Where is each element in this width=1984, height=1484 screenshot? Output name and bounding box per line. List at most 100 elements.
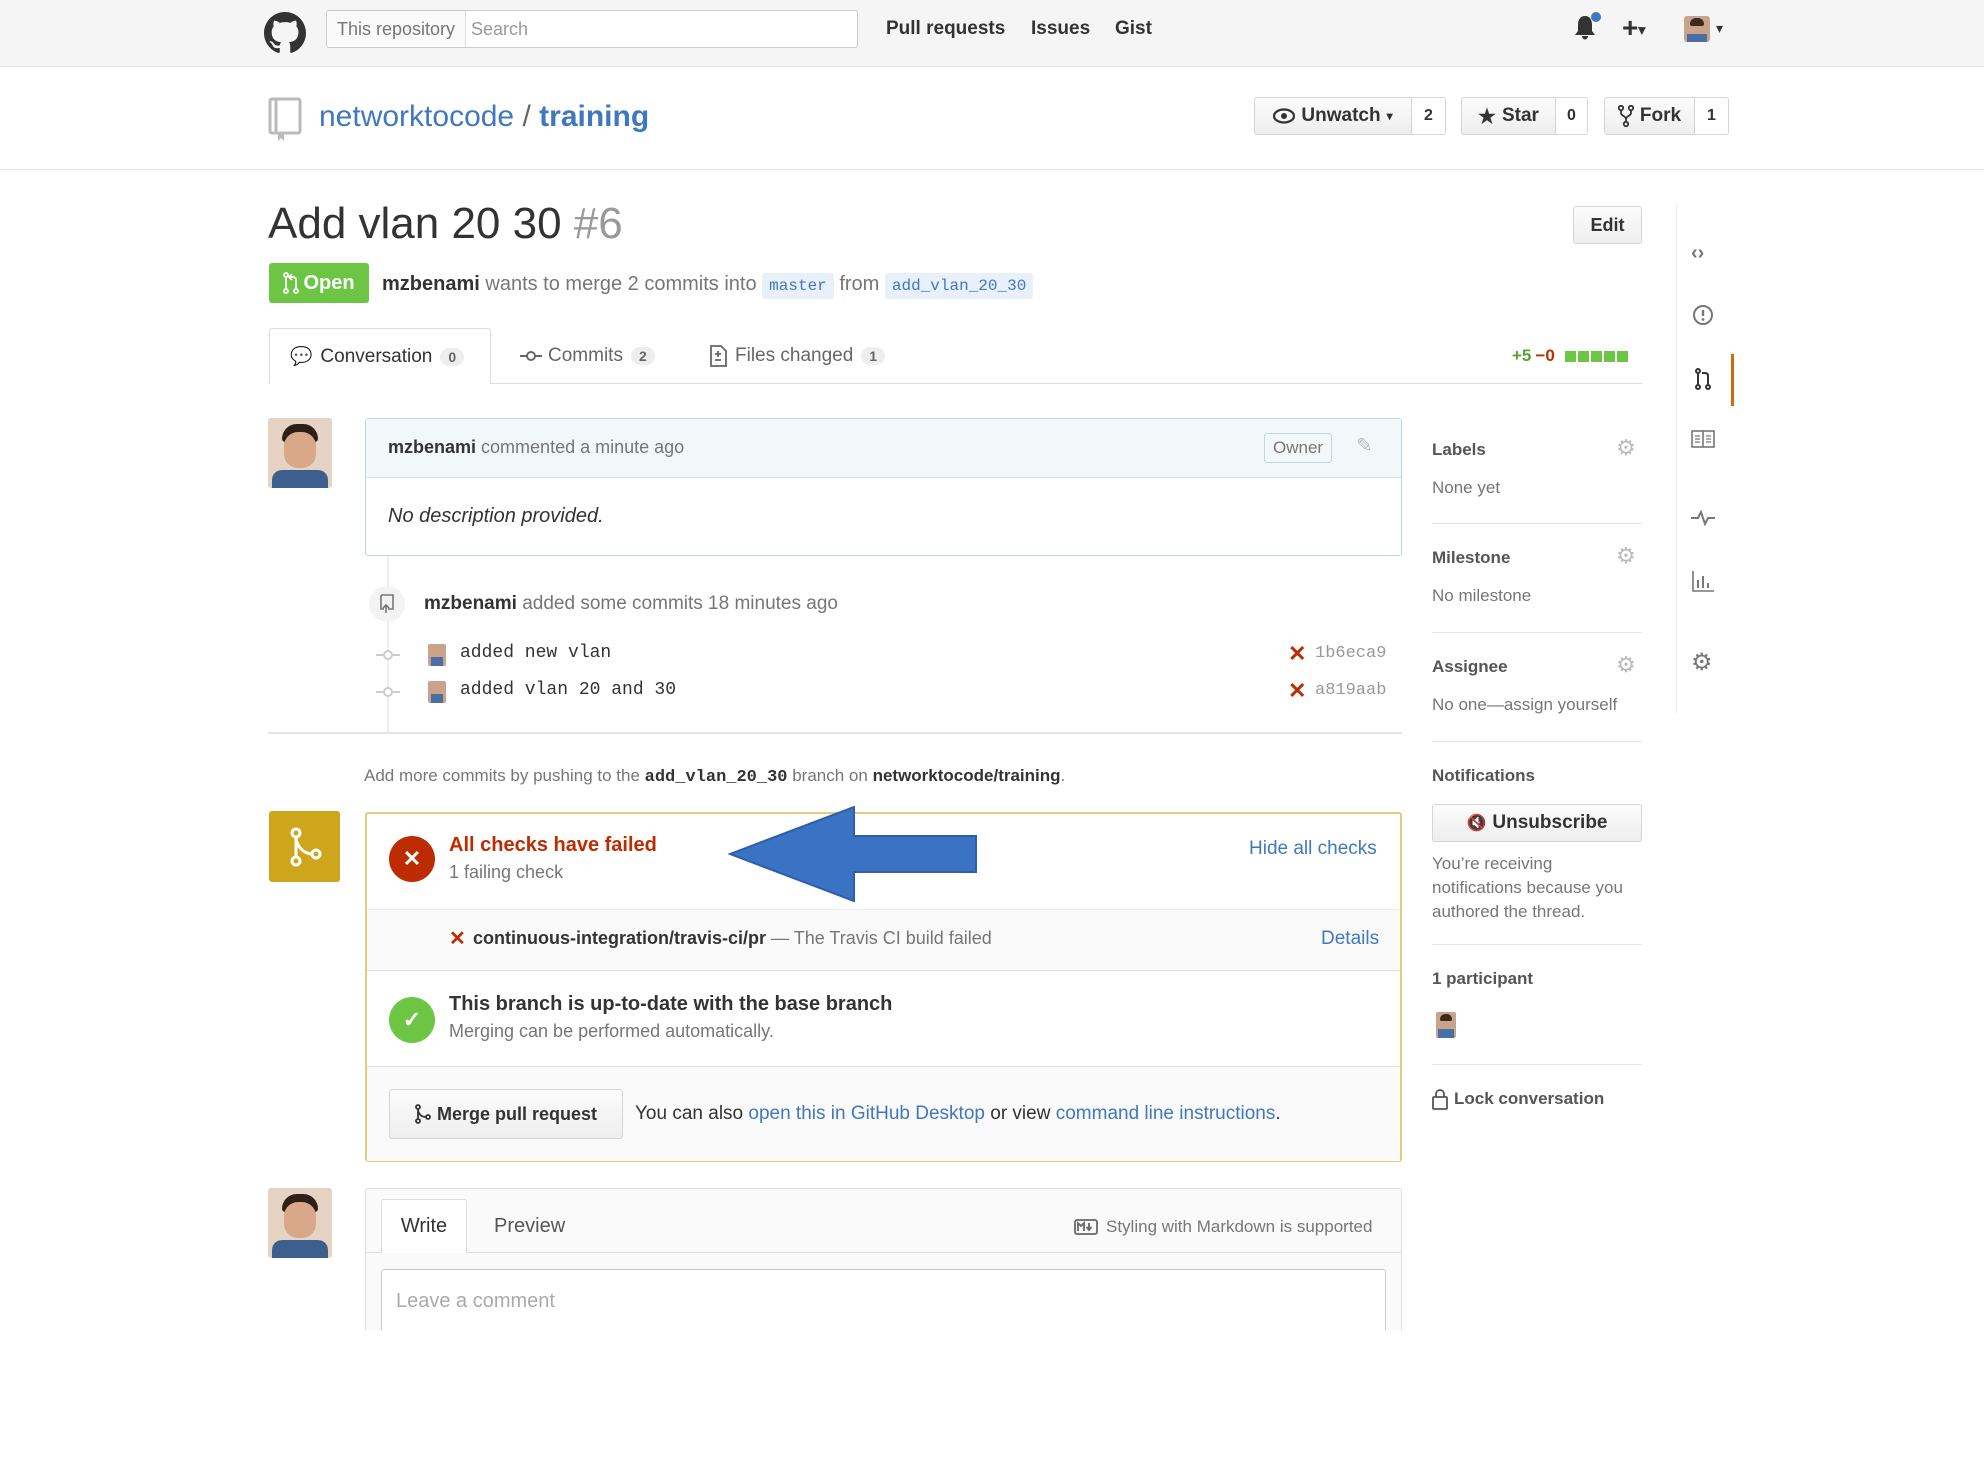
search-box[interactable]: This repository xyxy=(326,10,858,48)
tab-commits-count: 2 xyxy=(630,347,655,365)
head-branch-label[interactable]: add_vlan_20_30 xyxy=(884,273,1034,299)
commits-event-author[interactable]: mzbenami xyxy=(424,593,517,614)
sidebar-divider xyxy=(1432,741,1642,742)
preview-tab[interactable]: Preview xyxy=(494,1215,565,1238)
avatar[interactable] xyxy=(268,1188,332,1258)
chevron-down-icon: ▾ xyxy=(1386,109,1393,123)
markdown-hint[interactable]: Styling with Markdown is supported xyxy=(1074,1217,1372,1237)
milestone-heading[interactable]: Milestone xyxy=(1432,548,1510,568)
mute-icon: 🔇 xyxy=(1466,815,1487,832)
chevron-down-icon[interactable]: ▾ xyxy=(1716,20,1723,37)
diffstat-additions: +5 xyxy=(1512,346,1532,365)
nav-issues[interactable]: Issues xyxy=(1031,18,1090,40)
gear-icon[interactable]: ⚙ xyxy=(1616,545,1636,567)
commit-icon xyxy=(376,650,400,660)
file-diff-icon xyxy=(710,345,727,367)
avatar[interactable] xyxy=(1436,1012,1456,1038)
diffstat[interactable]: +5 −0 xyxy=(1512,346,1628,366)
lock-conversation-link[interactable]: Lock conversation xyxy=(1432,1088,1604,1110)
plus-icon[interactable]: +▾ xyxy=(1622,14,1645,44)
issue-icon[interactable] xyxy=(1692,304,1714,326)
arrow-left-icon xyxy=(728,806,977,903)
nav-pull-requests[interactable]: Pull requests xyxy=(886,18,1005,40)
merge-pull-request-button[interactable]: Merge pull request xyxy=(389,1089,623,1139)
commit-message[interactable]: added new vlan xyxy=(460,643,611,663)
tab-conversation[interactable]: 💬 Conversation 0 xyxy=(269,328,491,384)
avatar[interactable] xyxy=(1684,16,1710,42)
x-icon[interactable]: ✕ xyxy=(1288,678,1306,704)
nav-gist[interactable]: Gist xyxy=(1115,18,1152,40)
github-logo-icon[interactable] xyxy=(264,12,306,54)
avatar[interactable] xyxy=(428,644,446,666)
nav-pull-requests-active[interactable] xyxy=(1677,354,1734,406)
command-line-link[interactable]: command line instructions xyxy=(1056,1103,1276,1124)
comment-textarea[interactable]: Leave a comment xyxy=(381,1269,1386,1330)
book-icon[interactable] xyxy=(1691,430,1715,448)
merge-hint-suffix: . xyxy=(1275,1103,1281,1124)
participants-heading: 1 participant xyxy=(1432,969,1534,988)
graph-icon[interactable] xyxy=(1691,570,1715,592)
pr-meta: mzbenami wants to merge 2 commits into m… xyxy=(382,270,1034,300)
unwatch-button[interactable]: Unwatch ▾ xyxy=(1254,97,1412,135)
edit-title-button[interactable]: Edit xyxy=(1573,206,1642,244)
unsubscribe-button[interactable]: 🔇 Unsubscribe xyxy=(1432,804,1642,842)
repo-header: networktocode / training Unwatch ▾ 2 ★ S… xyxy=(0,67,1984,170)
gear-icon[interactable]: ⚙ xyxy=(1616,654,1636,676)
labels-heading[interactable]: Labels xyxy=(1432,440,1486,460)
repo-push-icon xyxy=(380,594,394,613)
pr-author-link[interactable]: mzbenami xyxy=(382,273,480,295)
check-text: continuous-integration/travis-ci/pr — Th… xyxy=(473,928,992,949)
assignee-value[interactable]: No one—assign yourself xyxy=(1432,695,1617,715)
check-name: continuous-integration/travis-ci/pr xyxy=(473,928,767,948)
x-icon[interactable]: ✕ xyxy=(1288,641,1306,667)
comment-body: No description provided. xyxy=(388,505,604,527)
merge-icon xyxy=(290,827,321,866)
markdown-icon xyxy=(1074,1219,1098,1235)
commit-message[interactable]: added vlan 20 and 30 xyxy=(460,680,676,700)
star-label: Star xyxy=(1501,105,1539,126)
unwatch-label: Unwatch xyxy=(1301,105,1381,126)
comment-composer: Write Preview Styling with Markdown is s… xyxy=(365,1188,1402,1330)
gear-icon[interactable]: ⚙ xyxy=(1616,437,1636,459)
settings-icon[interactable]: ⚙ xyxy=(1691,648,1713,677)
bell-icon[interactable] xyxy=(1572,12,1602,44)
repo-path-separator: / xyxy=(522,100,531,133)
base-branch-label[interactable]: master xyxy=(762,273,834,299)
write-tab[interactable]: Write xyxy=(381,1199,467,1253)
comment-timestamp[interactable]: commented a minute ago xyxy=(481,437,684,457)
push-hint-suffix: . xyxy=(1060,766,1066,785)
check-details-link[interactable]: Details xyxy=(1321,928,1379,950)
github-desktop-link[interactable]: open this in GitHub Desktop xyxy=(748,1103,985,1124)
repo-owner-link[interactable]: networktocode xyxy=(319,100,514,133)
search-input[interactable] xyxy=(469,13,843,45)
eye-icon xyxy=(1273,108,1296,124)
tab-files-changed[interactable]: Files changed 1 xyxy=(709,328,886,384)
commit-event-badge xyxy=(369,586,405,622)
avatar[interactable] xyxy=(268,418,332,488)
fork-label: Fork xyxy=(1639,105,1682,126)
lock-conversation-label: Lock conversation xyxy=(1454,1089,1605,1108)
merge-status-badge xyxy=(269,811,340,882)
hide-all-checks-link[interactable]: Hide all checks xyxy=(1249,838,1377,860)
sidebar-divider xyxy=(1432,632,1642,633)
branch-status-title: This branch is up-to-date with the base … xyxy=(449,993,893,1015)
pr-state-badge: Open xyxy=(269,263,369,303)
push-hint-prefix: Add more commits by pushing to the xyxy=(364,766,640,785)
commit-sha[interactable]: 1b6eca9 xyxy=(1315,644,1386,663)
fork-button[interactable]: Fork xyxy=(1604,97,1695,135)
comment-author-link[interactable]: mzbenami xyxy=(388,437,476,457)
star-button[interactable]: ★ Star xyxy=(1461,97,1556,135)
forks-count[interactable]: 1 xyxy=(1695,97,1729,135)
tab-commits[interactable]: Commits 2 xyxy=(520,328,655,384)
pencil-icon[interactable]: ✎ xyxy=(1356,433,1373,458)
assignee-heading[interactable]: Assignee xyxy=(1432,657,1508,677)
avatar[interactable] xyxy=(428,681,446,703)
code-icon[interactable]: ‹› xyxy=(1691,242,1704,265)
push-hint-branch: add_vlan_20_30 xyxy=(644,768,788,787)
watchers-count[interactable]: 2 xyxy=(1412,97,1446,135)
pulse-icon[interactable] xyxy=(1691,510,1715,526)
commits-event-action[interactable]: added some commits 18 minutes ago xyxy=(522,593,838,614)
repo-name-link[interactable]: training xyxy=(539,100,649,133)
stargazers-count[interactable]: 0 xyxy=(1556,97,1588,135)
commit-sha[interactable]: a819aab xyxy=(1315,681,1386,700)
